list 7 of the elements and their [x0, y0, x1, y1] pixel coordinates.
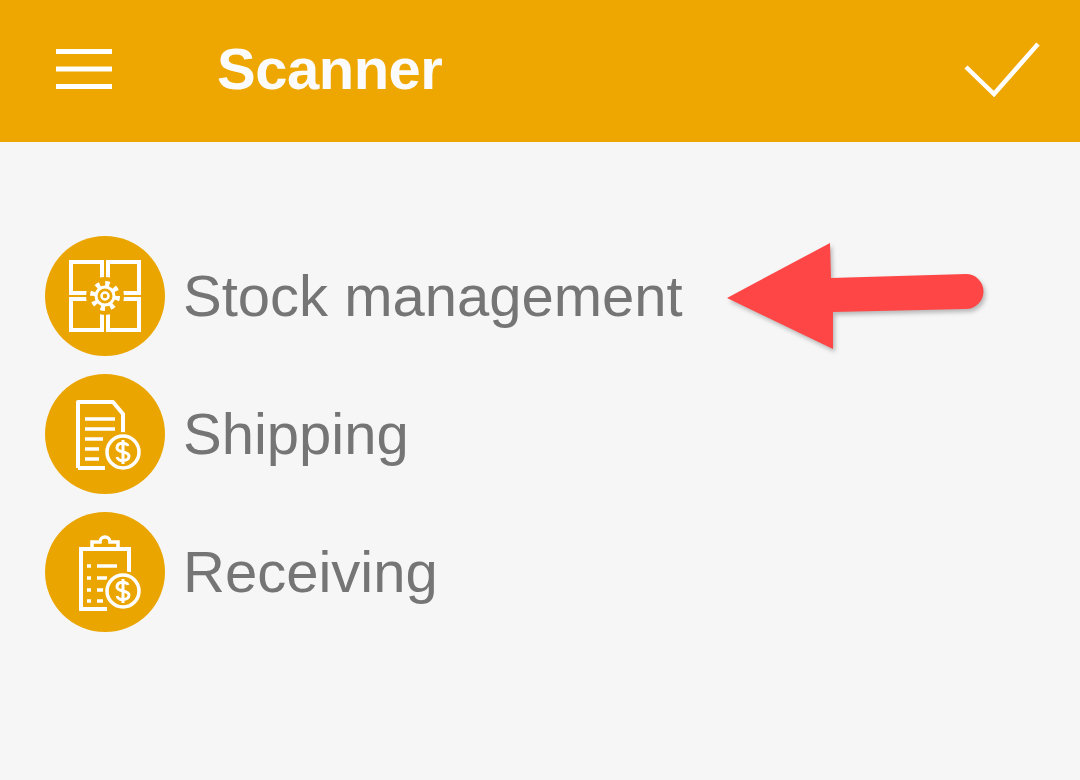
- menu-item[interactable]: Receiving: [45, 512, 438, 632]
- gear-in-frame-icon: [45, 236, 165, 356]
- clipboard-dollar-icon: [45, 512, 165, 632]
- document-dollar-icon: [45, 374, 165, 494]
- menu-item[interactable]: Shipping: [45, 374, 409, 494]
- app-title: Scanner: [217, 40, 444, 98]
- menu-item[interactable]: Stock management: [45, 236, 683, 356]
